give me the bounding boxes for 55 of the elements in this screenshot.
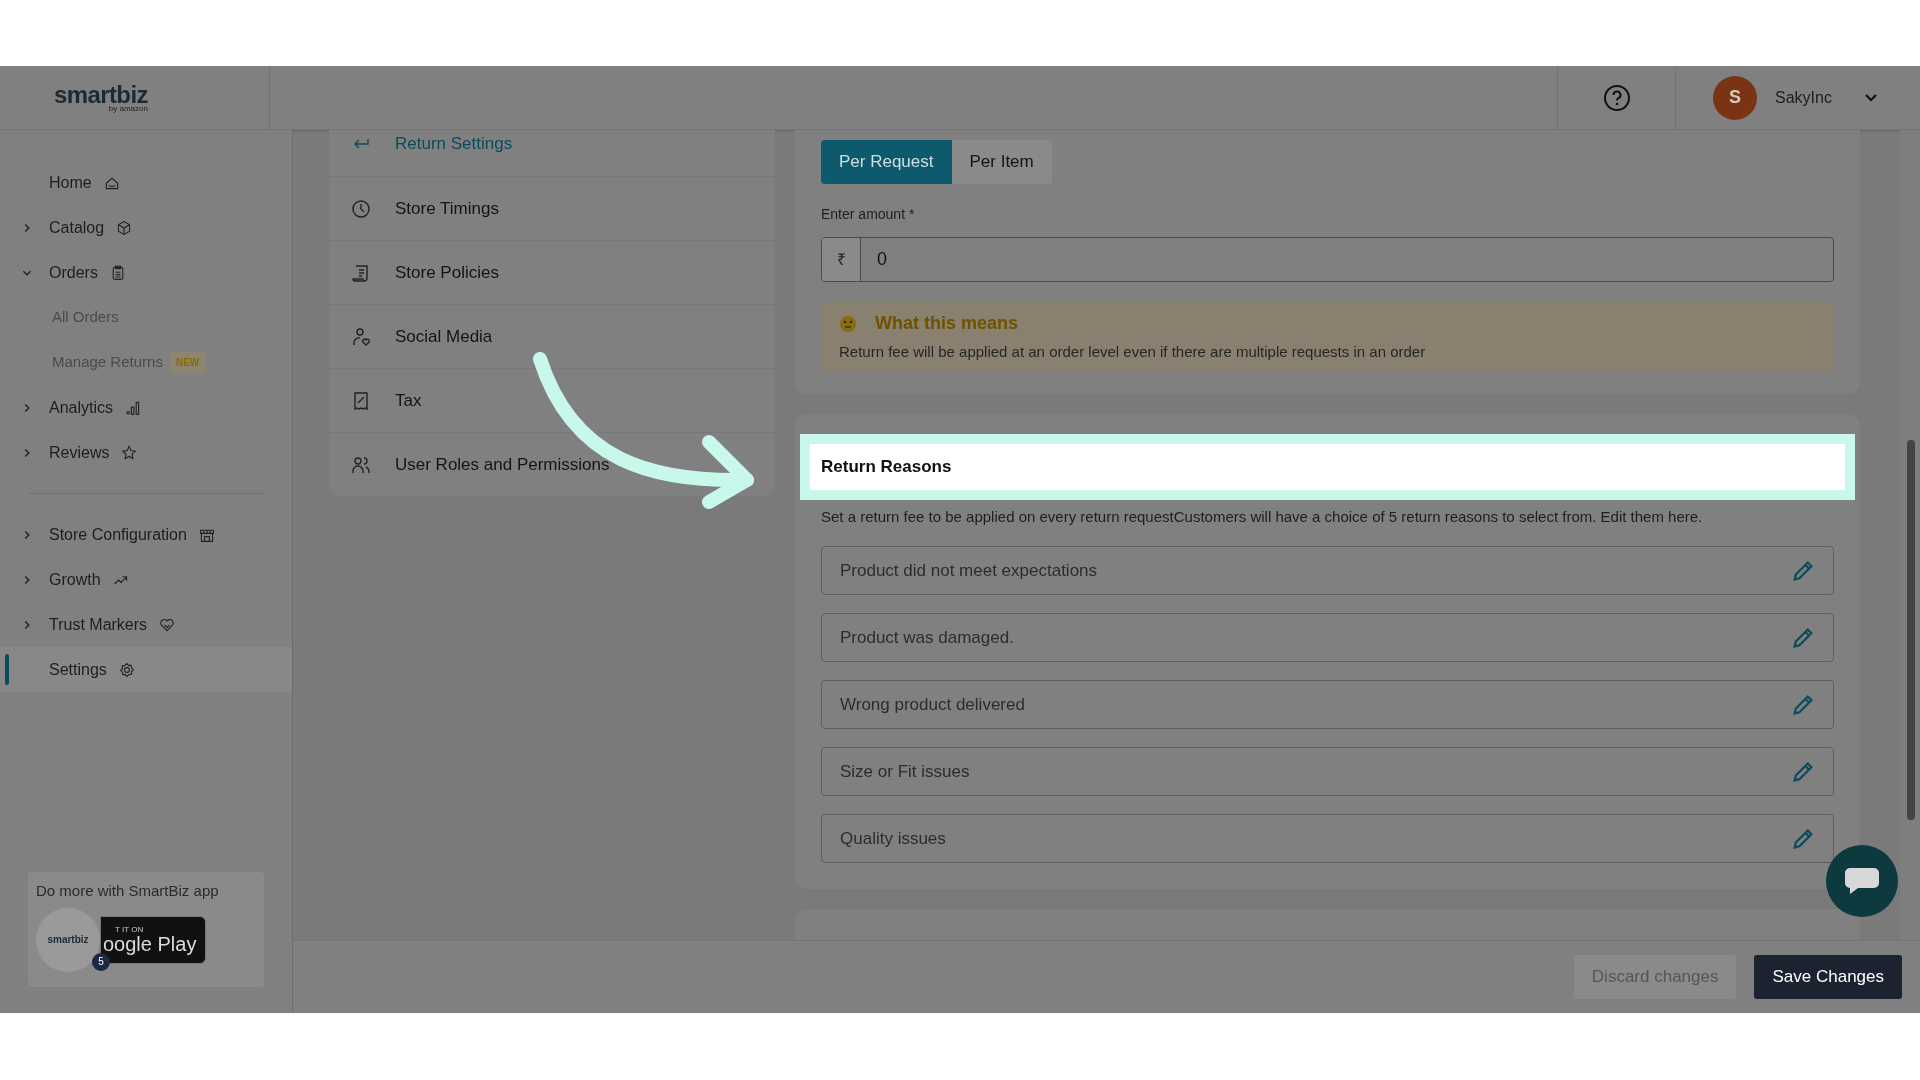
scroll-icon: [351, 262, 371, 283]
help-icon[interactable]: [1602, 83, 1631, 112]
thinking-face-icon: [839, 314, 857, 333]
edit-icon[interactable]: [1791, 826, 1815, 851]
chevron-down-icon[interactable]: [1863, 92, 1878, 103]
sidebar-item[interactable]: Reviews: [0, 430, 292, 475]
section-description: Set a return fee to be applied on every return requestCustomers will have a choice of 5 return reasons to select from. Edit them here.: [821, 506, 1704, 527]
reason-field[interactable]: Product did not meet expectations: [821, 546, 1834, 595]
toggle-tab[interactable]: Per Item: [951, 140, 1052, 184]
sidebar-item[interactable]: Trust Markers: [0, 602, 292, 647]
info-text: Return fee will be applied at an order level even if there are multiple requests in an order: [839, 342, 1427, 362]
new-badge: NEW: [168, 352, 207, 373]
heart-icon: [159, 616, 176, 633]
sidebar-item[interactable]: Orders: [0, 250, 292, 295]
sidebar-item[interactable]: Home: [0, 160, 292, 205]
toggle-tab[interactable]: Per Request: [821, 140, 952, 184]
box-icon: [116, 219, 133, 236]
field-label: Enter amount *: [821, 205, 916, 224]
sidebar-item[interactable]: Analytics: [0, 385, 292, 430]
reason-field[interactable]: Quality issues: [821, 814, 1834, 863]
user-avatar[interactable]: S: [1713, 75, 1757, 120]
sidebar-item[interactable]: Growth: [0, 557, 292, 602]
promo-text: Do more with SmartBiz app: [36, 881, 220, 901]
edit-icon[interactable]: [1791, 759, 1815, 784]
chat-icon: [1844, 866, 1880, 896]
clock-icon: [351, 198, 371, 219]
settings-menu-item[interactable]: Store Timings: [329, 176, 775, 240]
amount-field[interactable]: ₹ 0: [821, 237, 1834, 282]
person-heart-icon: [351, 326, 371, 347]
settings-menu-item[interactable]: Tax: [329, 368, 775, 432]
reason-field[interactable]: Wrong product delivered: [821, 680, 1834, 729]
edit-icon[interactable]: [1791, 558, 1815, 583]
settings-menu-item[interactable]: Social Media: [329, 304, 775, 368]
sidebar-item[interactable]: Store Configuration: [0, 512, 292, 557]
receipt-icon: [351, 390, 371, 411]
footer-button[interactable]: Save Changes: [1754, 955, 1902, 999]
reason-field[interactable]: Size or Fit issues: [821, 747, 1834, 796]
gear-icon: [118, 661, 135, 678]
sidebar-item[interactable]: Settings: [0, 647, 292, 692]
edit-icon[interactable]: [1791, 692, 1815, 717]
user-name[interactable]: SakyInc: [1775, 85, 1832, 110]
edit-icon[interactable]: [1791, 625, 1815, 650]
logo[interactable]: smartbiz by amazon: [54, 82, 148, 113]
reason-field[interactable]: Product was damaged.: [821, 613, 1834, 662]
section-title: Return Reasons: [821, 455, 952, 478]
settings-menu-item[interactable]: Store Policies: [329, 240, 775, 304]
settings-menu-item[interactable]: Return Settings: [329, 130, 775, 176]
people-icon: [351, 454, 371, 475]
bar-chart-icon: [125, 399, 142, 416]
info-title: What this means: [875, 312, 1019, 335]
currency-symbol: ₹: [822, 238, 861, 281]
star-icon: [121, 444, 138, 461]
scrollbar[interactable]: [1900, 130, 1920, 940]
sidebar-item[interactable]: Catalog: [0, 205, 292, 250]
settings-menu-item[interactable]: User Roles and Permissions: [329, 432, 775, 496]
